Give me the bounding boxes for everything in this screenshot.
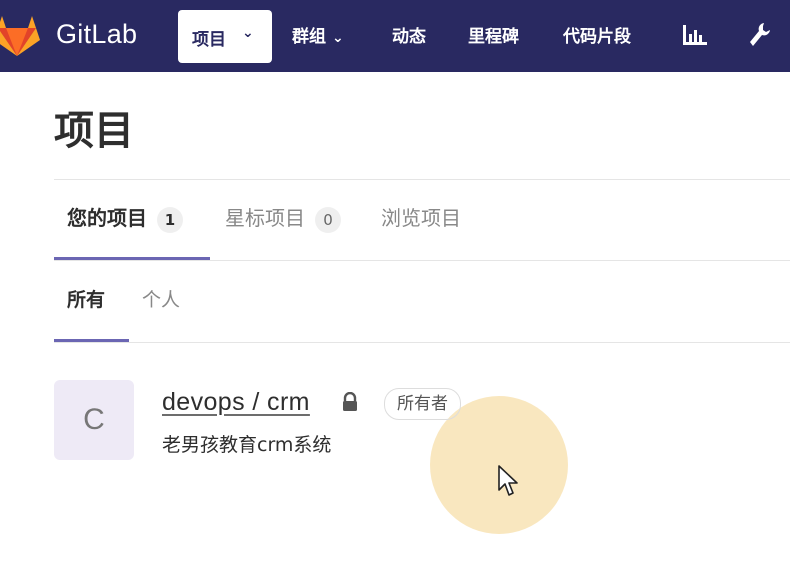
mouse-cursor-icon xyxy=(498,465,518,496)
admin-wrench-icon[interactable] xyxy=(748,22,772,48)
nav-milestones[interactable]: 里程碑 xyxy=(468,22,519,52)
project-description: 老男孩教育crm系统 xyxy=(162,434,332,456)
nav-projects-dropdown[interactable]: 项目 ⌄ xyxy=(178,10,272,63)
chevron-down-icon: ⌄ xyxy=(242,25,254,41)
subtab-personal[interactable]: 个人 xyxy=(142,284,180,316)
tab-starred-projects[interactable]: 星标项目 0 xyxy=(225,200,341,236)
tab-label: 浏览项目 xyxy=(381,206,461,230)
tab-label: 您的项目 xyxy=(67,206,147,230)
divider xyxy=(54,342,790,343)
count-badge: 0 xyxy=(315,206,341,233)
tab-label: 星标项目 xyxy=(225,206,305,230)
nav-projects-label: 项目 xyxy=(192,30,226,50)
nav-groups-label: 群组 xyxy=(292,27,326,47)
divider xyxy=(54,179,790,180)
nav-activity[interactable]: 动态 xyxy=(392,22,426,52)
page-title: 项目 xyxy=(54,108,134,154)
role-badge: 所有者 xyxy=(384,388,461,420)
gitlab-logo-icon[interactable] xyxy=(0,14,42,58)
nav-snippets[interactable]: 代码片段 xyxy=(563,22,631,52)
count-badge: 1 xyxy=(157,206,183,233)
brand-name[interactable]: GitLab xyxy=(56,19,137,50)
divider xyxy=(54,260,790,261)
activity-chart-icon[interactable] xyxy=(682,24,708,46)
tab-your-projects[interactable]: 您的项目 1 xyxy=(67,200,183,236)
project-avatar[interactable]: C xyxy=(54,380,134,460)
tab-explore-projects[interactable]: 浏览项目 xyxy=(381,200,461,236)
lock-icon xyxy=(343,392,357,411)
project-name-link[interactable]: devops / crm xyxy=(162,388,310,417)
chevron-down-icon: ⌄ xyxy=(332,30,344,46)
subtab-all[interactable]: 所有 xyxy=(67,284,105,316)
top-navbar: GitLab 项目 ⌄ 群组 ⌄ 动态 里程碑 代码片段 xyxy=(0,0,790,72)
nav-groups-dropdown[interactable]: 群组 ⌄ xyxy=(292,22,344,52)
